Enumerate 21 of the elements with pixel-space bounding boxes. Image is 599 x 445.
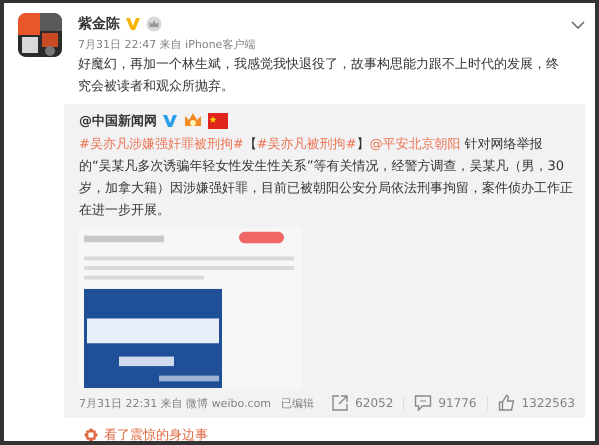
repost-author[interactable]: @中国新闻网 (79, 112, 157, 130)
chevron-down-icon[interactable] (571, 21, 585, 29)
hashtag-link[interactable]: @平安北京朝阳 (370, 137, 461, 152)
stat-count: 62052 (355, 396, 394, 410)
hashtag-link[interactable]: #吴亦凡涉嫌强奸罪被刑拘# (79, 137, 244, 152)
footer-link[interactable]: 看了震惊的身边事 (104, 426, 208, 441)
comment-icon[interactable] (414, 394, 432, 412)
share-icon[interactable] (331, 394, 350, 412)
edited-label: 已编辑 (281, 396, 314, 410)
stat-count: 1322563 (522, 396, 575, 410)
repost-text: #吴亦凡涉嫌强奸罪被刑拘#【#吴亦凡被刑拘#】@平安北京朝阳 针对网络举报的“吴某凡多次诱骗年轻女性发生性关系”等有关情况，经警方调查，吴某凡（男，30岁，加拿大籍）因涉嫌强奸罪，目前已被朝阳公安分局依法刑事拘留，案件侦办工作正在进一步开展。 (79, 136, 574, 220)
thumbs-up-icon[interactable] (498, 394, 516, 412)
flag-icon (208, 113, 228, 129)
author-name[interactable]: 紫金陈 (78, 15, 120, 33)
crown-icon[interactable] (146, 16, 162, 32)
post-text: 好魔幻，再加一个林生斌，我感觉我快退役了，故事构思能力跟不上时代的发展，终究会被读者和观众所抛弃。 (78, 56, 560, 96)
stat-count: 91776 (438, 396, 477, 410)
flower-icon (84, 428, 98, 441)
post-meta: 7月31日 22:47 来自 iPhone客户端 (78, 37, 256, 52)
repost-meta: 7月31日 22:31 来自 微博 weibo.com (79, 396, 272, 410)
hashtag-link[interactable]: #吴亦凡被刑拘# (256, 137, 357, 152)
